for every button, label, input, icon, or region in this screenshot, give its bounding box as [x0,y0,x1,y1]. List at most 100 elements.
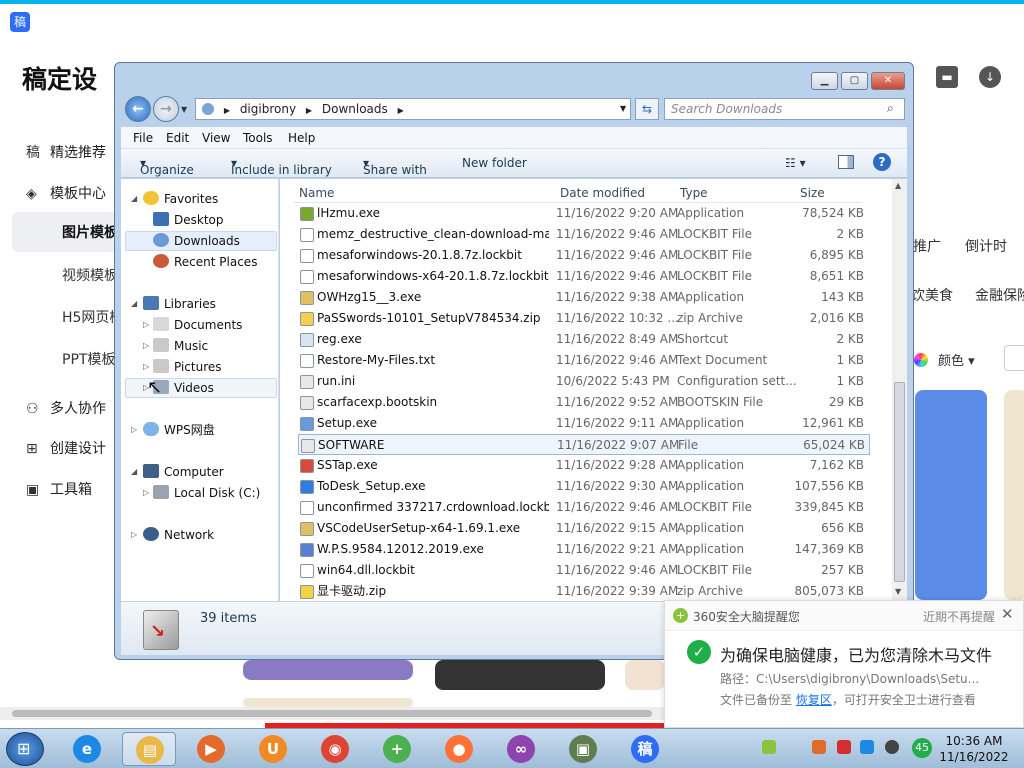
file-row[interactable]: memz_destructive_clean-download-mai... 11… [298,224,870,245]
template-card[interactable] [915,390,987,600]
nav-videos[interactable]: Videos [153,378,214,398]
column-name[interactable]: Name [299,186,334,200]
tag-promotion[interactable]: 推广 [913,236,941,256]
taskbar-mask-app[interactable]: ∞ [494,732,548,766]
nav-network[interactable]: Network [143,525,214,545]
vertical-scrollbar[interactable]: ▲ ▼ [892,179,907,601]
taskbar-uc-browser[interactable]: U [246,732,300,766]
column-type[interactable]: Type [680,186,708,200]
subnav-video-templates[interactable]: 视频模板 [62,265,118,285]
nav-desktop[interactable]: Desktop [153,210,224,230]
file-row[interactable]: mesaforwindows-x64-20.1.8.7z.lockbit 11/1… [298,266,870,287]
nav-item-toolbox[interactable]: ▣ 工具箱 [26,479,92,499]
taskbar-gaoding[interactable]: 稿 [618,732,672,766]
view-options-icon[interactable]: ☷ ▾ [785,156,806,170]
nav-item-templates[interactable]: ◈ 模板中心 [26,183,106,203]
nav-documents[interactable]: Documents [153,315,242,335]
subnav-image-templates[interactable]: 图片模板 [12,212,122,252]
file-row[interactable]: unconfirmed 337217.crdownload.lockbit 11/… [298,497,870,518]
address-dropdown-icon[interactable]: ▼ [620,99,626,119]
file-row[interactable]: SOFTWARE 11/16/2022 9:07 AM File 65,024 KB [298,434,870,455]
template-card[interactable] [1004,390,1024,600]
taskbar-360-security[interactable]: + [370,732,424,766]
scroll-up-icon[interactable]: ▲ [895,181,901,190]
trash-icon[interactable]: ▬ [936,66,958,88]
collapse-arrow-icon[interactable]: ▷ [143,315,149,335]
dismiss-reminder-link[interactable]: 近期不再提醒 [923,608,995,625]
include-in-library-button[interactable]: Include in library ▾ [231,156,332,177]
menu-help[interactable]: Help [288,131,315,145]
start-button[interactable]: ⊞ [6,732,44,766]
restore-area-link[interactable]: 恢复区 [796,693,832,707]
nav-wps-cloud[interactable]: WPS网盘 [143,420,215,440]
menu-tools[interactable]: Tools [243,131,273,145]
filter-more-button[interactable] [1004,345,1024,371]
menu-edit[interactable]: Edit [166,131,189,145]
nav-libraries[interactable]: Libraries [143,294,216,314]
share-with-button[interactable]: Share with ▾ [363,156,427,177]
taskbar-document-app[interactable]: ▣ [556,732,610,766]
template-card[interactable] [625,660,665,690]
file-row[interactable]: 显卡驱动.zip 11/16/2022 9:39 AM zip Archive 805… [298,581,870,601]
collapse-arrow-icon[interactable]: ▷ [131,420,137,440]
new-folder-button[interactable]: New folder [462,156,527,170]
file-row[interactable]: SSTap.exe 11/16/2022 9:28 AM Application 7,… [298,455,870,476]
file-row[interactable]: lHzmu.exe 11/16/2022 9:20 AM Application 78… [298,203,870,224]
nav-recent-places[interactable]: Recent Places [153,252,257,272]
file-row[interactable]: VSCodeUserSetup-x64-1.69.1.exe 11/16/2022… [298,518,870,539]
organize-button[interactable]: Organize ▾ [140,156,194,177]
scrollbar-thumb[interactable] [894,382,905,582]
tray-camera-icon[interactable] [885,740,899,754]
taskbar-firefox[interactable]: ● [432,732,486,766]
subnav-ppt-templates[interactable]: PPT模板 [62,349,115,369]
back-button[interactable]: ← [125,96,151,122]
expand-arrow-icon[interactable]: ◢ [131,462,137,482]
collapse-arrow-icon[interactable]: ▷ [143,357,149,377]
column-size[interactable]: Size [800,186,825,200]
file-row[interactable]: W.P.S.9584.12012.2019.exe 11/16/2022 9:21… [298,539,870,560]
file-row[interactable]: Setup.exe 11/16/2022 9:11 AM Application 12… [298,413,870,434]
search-icon[interactable]: ⌕ [887,101,894,116]
collapse-arrow-icon[interactable]: ▷ [143,483,149,503]
breadcrumb-user[interactable]: digibrony [240,102,296,116]
tray-360-icon[interactable] [762,740,776,754]
taskbar-clock[interactable]: 10:36 AM 11/16/2022 [936,733,1012,765]
template-card[interactable] [243,660,413,680]
file-row[interactable]: Restore-My-Files.txt 11/16/2022 9:46 AM Te… [298,350,870,371]
nav-item-recommended[interactable]: 稿精选推荐 [26,142,106,162]
refresh-button[interactable]: ⇆ [635,98,659,120]
file-row[interactable]: ToDesk_Setup.exe 11/16/2022 9:30 AM Applic… [298,476,870,497]
tray-monitor-icon[interactable] [860,740,874,754]
close-notification-icon[interactable]: ✕ [1001,605,1014,623]
minimize-button[interactable]: ▁ [811,72,838,90]
menu-file[interactable]: File [133,131,153,145]
collapse-arrow-icon[interactable]: ▷ [143,336,149,356]
tray-search-icon[interactable] [812,740,826,754]
nav-computer[interactable]: Computer [143,462,224,482]
nav-music[interactable]: Music [153,336,208,356]
breadcrumb-downloads[interactable]: Downloads [322,102,388,116]
scrollbar-thumb[interactable] [12,710,652,717]
close-button[interactable]: ✕ [871,72,905,90]
template-card[interactable] [435,660,605,690]
expand-arrow-icon[interactable]: ◢ [131,294,137,314]
nav-pictures[interactable]: Pictures [153,357,222,377]
taskbar-video-player[interactable]: ▶ [184,732,238,766]
nav-local-disk[interactable]: Local Disk (C:) [153,483,260,503]
file-row[interactable]: reg.exe 11/16/2022 8:49 AM Shortcut 2 KB [298,329,870,350]
expand-arrow-icon[interactable]: ◢ [131,189,137,209]
maximize-button[interactable]: ▢ [841,72,868,90]
file-row[interactable]: PaSSwords-10101_SetupV784534.zip 11/16/20… [298,308,870,329]
tray-flag-icon[interactable] [837,740,851,754]
collapse-arrow-icon[interactable]: ▷ [131,525,137,545]
file-row[interactable]: win64.dll.lockbit 11/16/2022 9:46 AM LOCKB… [298,560,870,581]
menu-view[interactable]: View [202,131,230,145]
scroll-down-icon[interactable]: ▼ [895,587,901,596]
recent-pages-dropdown[interactable]: ▼ [181,105,187,114]
nav-favorites[interactable]: Favorites [143,189,218,209]
forward-button[interactable]: → [153,96,179,122]
file-row[interactable]: mesaforwindows-20.1.8.7z.lockbit 11/16/20… [298,245,870,266]
preview-pane-icon[interactable] [838,155,854,169]
file-row[interactable]: OWHzg15__3.exe 11/16/2022 9:38 AM Applicat… [298,287,870,308]
color-filter[interactable]: 颜色 ▾ [914,350,975,369]
